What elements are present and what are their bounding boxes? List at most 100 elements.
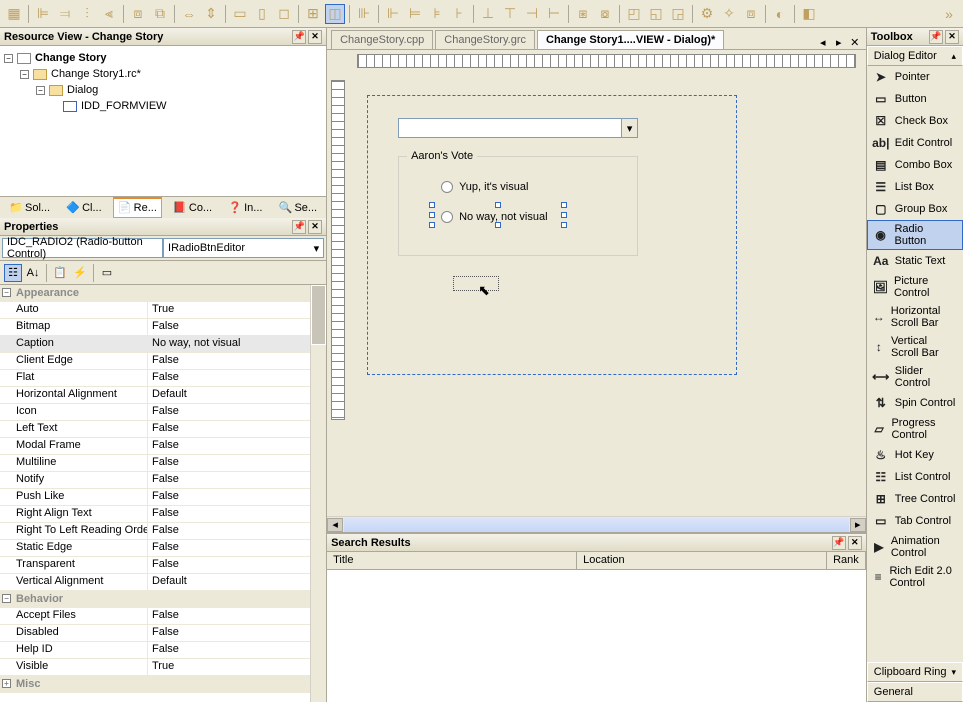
pin-icon[interactable]: 📌	[832, 536, 846, 550]
tree-root-label[interactable]: Change Story	[35, 52, 107, 64]
tb-align-bottom-icon[interactable]: ⫷	[99, 4, 119, 24]
tab-next-icon[interactable]: ▸	[832, 35, 846, 49]
toolbox-item-edit-control[interactable]: ab|Edit Control	[867, 132, 963, 154]
pin-icon[interactable]: 📌	[292, 220, 306, 234]
tab-classview[interactable]: 🔷Cl...	[61, 198, 107, 218]
scrollbar-thumb[interactable]	[311, 285, 326, 345]
property-value[interactable]: False	[148, 642, 326, 658]
toolbox-item-picture-control[interactable]: 🖼Picture Control	[867, 272, 963, 302]
property-row[interactable]: IconFalse	[0, 404, 326, 421]
property-row[interactable]: CaptionNo way, not visual	[0, 336, 326, 353]
tab-index[interactable]: ❓In...	[223, 198, 267, 218]
tb-space-across-icon[interactable]: ⇔	[179, 4, 199, 24]
toolbox-item-vertical-scroll-bar[interactable]: ↕Vertical Scroll Bar	[867, 332, 963, 362]
chevron-down-icon[interactable]: ▾	[621, 119, 637, 137]
property-value[interactable]: False	[148, 353, 326, 369]
property-row[interactable]: FlatFalse	[0, 370, 326, 387]
tab-prev-icon[interactable]: ◂	[816, 35, 830, 49]
property-pages-icon[interactable]: ▭	[98, 264, 116, 282]
tb-icon[interactable]: ◰	[624, 4, 644, 24]
property-row[interactable]: Help IDFalse	[0, 642, 326, 659]
tb-icon[interactable]: ⊤	[500, 4, 520, 24]
property-row[interactable]: Left TextFalse	[0, 421, 326, 438]
property-row[interactable]: VisibleTrue	[0, 659, 326, 676]
property-value[interactable]: False	[148, 506, 326, 522]
tb-center-h-icon[interactable]: ⧈	[128, 4, 148, 24]
tb-grid-icon[interactable]: ⊞	[303, 4, 323, 24]
property-value[interactable]: False	[148, 319, 326, 335]
tab-solution[interactable]: 📁Sol...	[4, 198, 55, 218]
property-row[interactable]: TransparentFalse	[0, 557, 326, 574]
scroll-right-icon[interactable]: ▸	[850, 518, 866, 532]
col-rank[interactable]: Rank	[827, 552, 866, 569]
properties-scrollbar[interactable]	[310, 285, 326, 702]
property-row[interactable]: Modal FrameFalse	[0, 438, 326, 455]
close-icon[interactable]: ✕	[308, 220, 322, 234]
close-icon[interactable]: ✕	[945, 30, 959, 44]
tb-icon[interactable]: ◱	[646, 4, 666, 24]
property-value[interactable]: False	[148, 489, 326, 505]
tb-icon[interactable]: ✧	[719, 4, 739, 24]
tb-icon[interactable]: ⊧	[427, 4, 447, 24]
search-results-body[interactable]	[327, 570, 866, 702]
toolbox-item-group-box[interactable]: ▢Group Box	[867, 198, 963, 220]
pin-icon[interactable]: 📌	[292, 30, 306, 44]
properties-editor-selector[interactable]: IRadioBtnEditor ▾	[163, 238, 324, 258]
toolbar-overflow-icon[interactable]: »	[939, 4, 959, 24]
property-row[interactable]: MultilineFalse	[0, 455, 326, 472]
tab-close-icon[interactable]: ✕	[848, 35, 862, 49]
property-row[interactable]: Static EdgeFalse	[0, 540, 326, 557]
alphabetical-icon[interactable]: A↓	[24, 264, 42, 282]
property-value[interactable]: True	[148, 659, 326, 675]
tb-icon[interactable]: ⊪	[354, 4, 374, 24]
designer-hscrollbar[interactable]: ◂ ▸	[327, 516, 866, 532]
resource-tree[interactable]: − Change Story − Change Story1.rc* − Dia…	[0, 46, 326, 196]
tree-collapse-icon[interactable]: −	[4, 54, 13, 63]
property-row[interactable]: DisabledFalse	[0, 625, 326, 642]
tb-icon[interactable]: ⊥	[478, 4, 498, 24]
tb-icon[interactable]: ⧆	[573, 4, 593, 24]
col-title[interactable]: Title	[327, 552, 577, 569]
col-location[interactable]: Location	[577, 552, 827, 569]
property-value[interactable]: False	[148, 455, 326, 471]
toolbox-item-button[interactable]: ▭Button	[867, 88, 963, 110]
selection-handles[interactable]	[433, 206, 563, 224]
property-row[interactable]: AutoTrue	[0, 302, 326, 319]
toolbox-item-horizontal-scroll-bar[interactable]: ↔Horizontal Scroll Bar	[867, 302, 963, 332]
tb-icon[interactable]: ⧈	[741, 4, 761, 24]
property-row[interactable]: NotifyFalse	[0, 472, 326, 489]
tb-align-right-icon[interactable]: ⫤	[55, 4, 75, 24]
property-row[interactable]: Horizontal AlignmentDefault	[0, 387, 326, 404]
ruler-horizontal[interactable]	[357, 54, 856, 68]
toolbox-item-spin-control[interactable]: ⇅Spin Control	[867, 392, 963, 414]
radio1-control[interactable]: Yup, it's visual	[441, 181, 528, 193]
property-value[interactable]: False	[148, 540, 326, 556]
property-row[interactable]: Vertical AlignmentDefault	[0, 574, 326, 591]
tb-icon[interactable]: ⊣	[522, 4, 542, 24]
toolbox-item-tab-control[interactable]: ▭Tab Control	[867, 510, 963, 532]
tb-icon[interactable]: ◲	[668, 4, 688, 24]
tb-same-size-icon[interactable]: ◻	[274, 4, 294, 24]
toolbox-item-list-box[interactable]: ☰List Box	[867, 176, 963, 198]
toolbox-item-progress-control[interactable]: ▱Progress Control	[867, 414, 963, 444]
toolbox-item-radio-button[interactable]: ◉Radio Button	[867, 220, 963, 250]
toolbox-item-list-control[interactable]: ☷List Control	[867, 466, 963, 488]
property-value[interactable]: False	[148, 438, 326, 454]
category-misc[interactable]: + Misc	[0, 676, 326, 693]
pin-icon[interactable]: 📌	[929, 30, 943, 44]
toolbox-cat-dialog-editor[interactable]: Dialog Editor ▴	[867, 46, 963, 66]
property-value[interactable]: False	[148, 608, 326, 624]
properties-object-selector[interactable]: IDC_RADIO2 (Radio-button Control)	[2, 238, 163, 258]
toolbox-item-tree-control[interactable]: ⊞Tree Control	[867, 488, 963, 510]
tb-center-v-icon[interactable]: ⧉	[150, 4, 170, 24]
scroll-left-icon[interactable]: ◂	[327, 518, 343, 532]
property-value[interactable]: False	[148, 625, 326, 641]
property-row[interactable]: Client EdgeFalse	[0, 353, 326, 370]
tb-space-down-icon[interactable]: ⇕	[201, 4, 221, 24]
doc-tab-dialog[interactable]: Change Story1....VIEW - Dialog)*	[537, 30, 724, 49]
tree-rc-label[interactable]: Change Story1.rc*	[51, 68, 141, 80]
tb-icon[interactable]: ⧇	[595, 4, 615, 24]
doc-tab-cpp[interactable]: ChangeStory.cpp	[331, 30, 433, 49]
dialog-canvas[interactable]: ▾ Aaron's Vote Yup, it's visual No way, …	[367, 95, 737, 375]
toolbox-item-pointer[interactable]: ➤Pointer	[867, 66, 963, 88]
